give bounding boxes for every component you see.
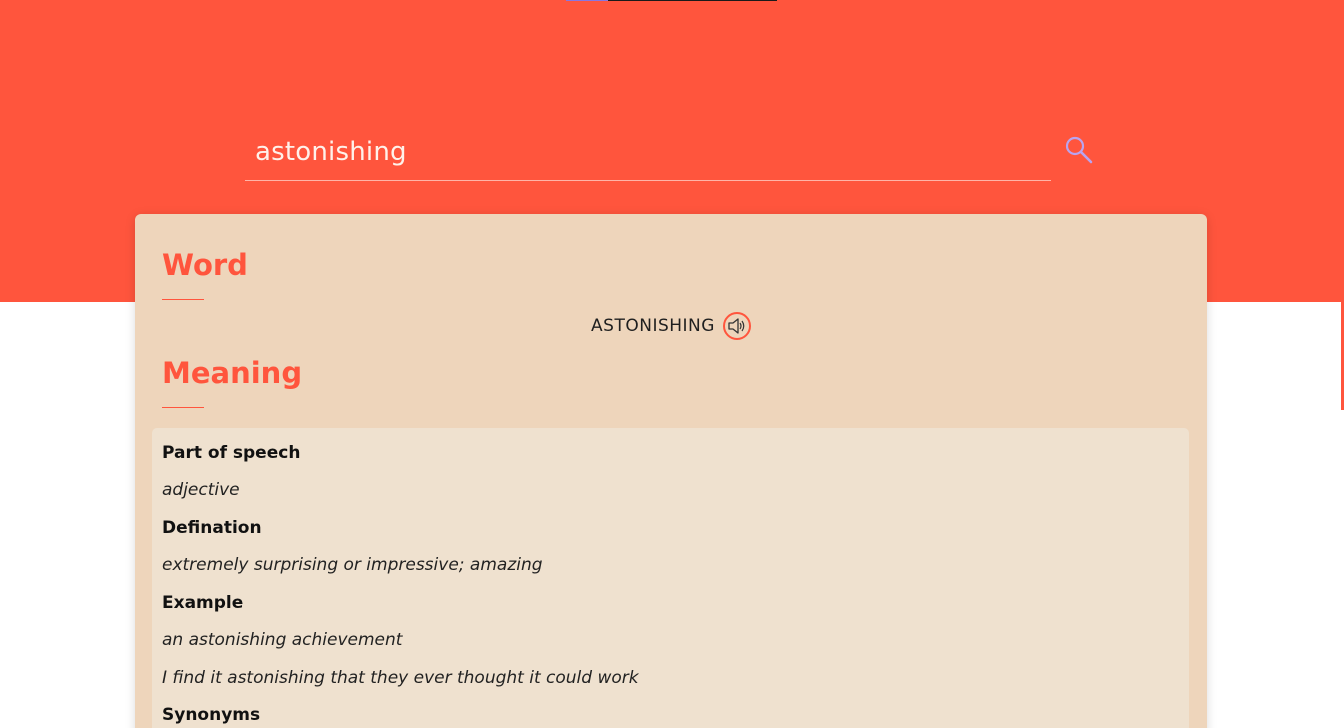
word-title-underline: [162, 299, 204, 300]
pronounce-button[interactable]: [722, 312, 751, 340]
part-of-speech-value: adjective: [162, 480, 240, 500]
result-card: Word ASTONISHING Meaning Part of speech …: [135, 214, 1207, 728]
speaker-icon: [728, 318, 745, 334]
part-of-speech-label: Part of speech: [162, 443, 301, 463]
word-row: ASTONISHING: [135, 312, 1207, 340]
definition-label: Defination: [162, 518, 262, 538]
search-bar: [245, 126, 1051, 181]
definition-value: extremely surprising or impressive; amaz…: [162, 555, 543, 575]
meaning-section-title: Meaning: [162, 356, 303, 390]
example-item: an astonishing achievement: [162, 630, 403, 650]
example-label: Example: [162, 593, 244, 613]
example-item: I find it astonishing that they ever tho…: [162, 668, 639, 688]
top-divider-accent: [566, 0, 608, 1]
meaning-title-underline: [162, 407, 204, 408]
search-icon: [1065, 136, 1093, 163]
word-section-title: Word: [162, 248, 248, 282]
synonyms-label: Synonyms: [162, 705, 261, 725]
search-input[interactable]: [255, 134, 1035, 170]
search-button[interactable]: [1062, 134, 1096, 168]
word-text: ASTONISHING: [591, 316, 715, 336]
meaning-box: Part of speech adjective Defination extr…: [152, 428, 1189, 728]
